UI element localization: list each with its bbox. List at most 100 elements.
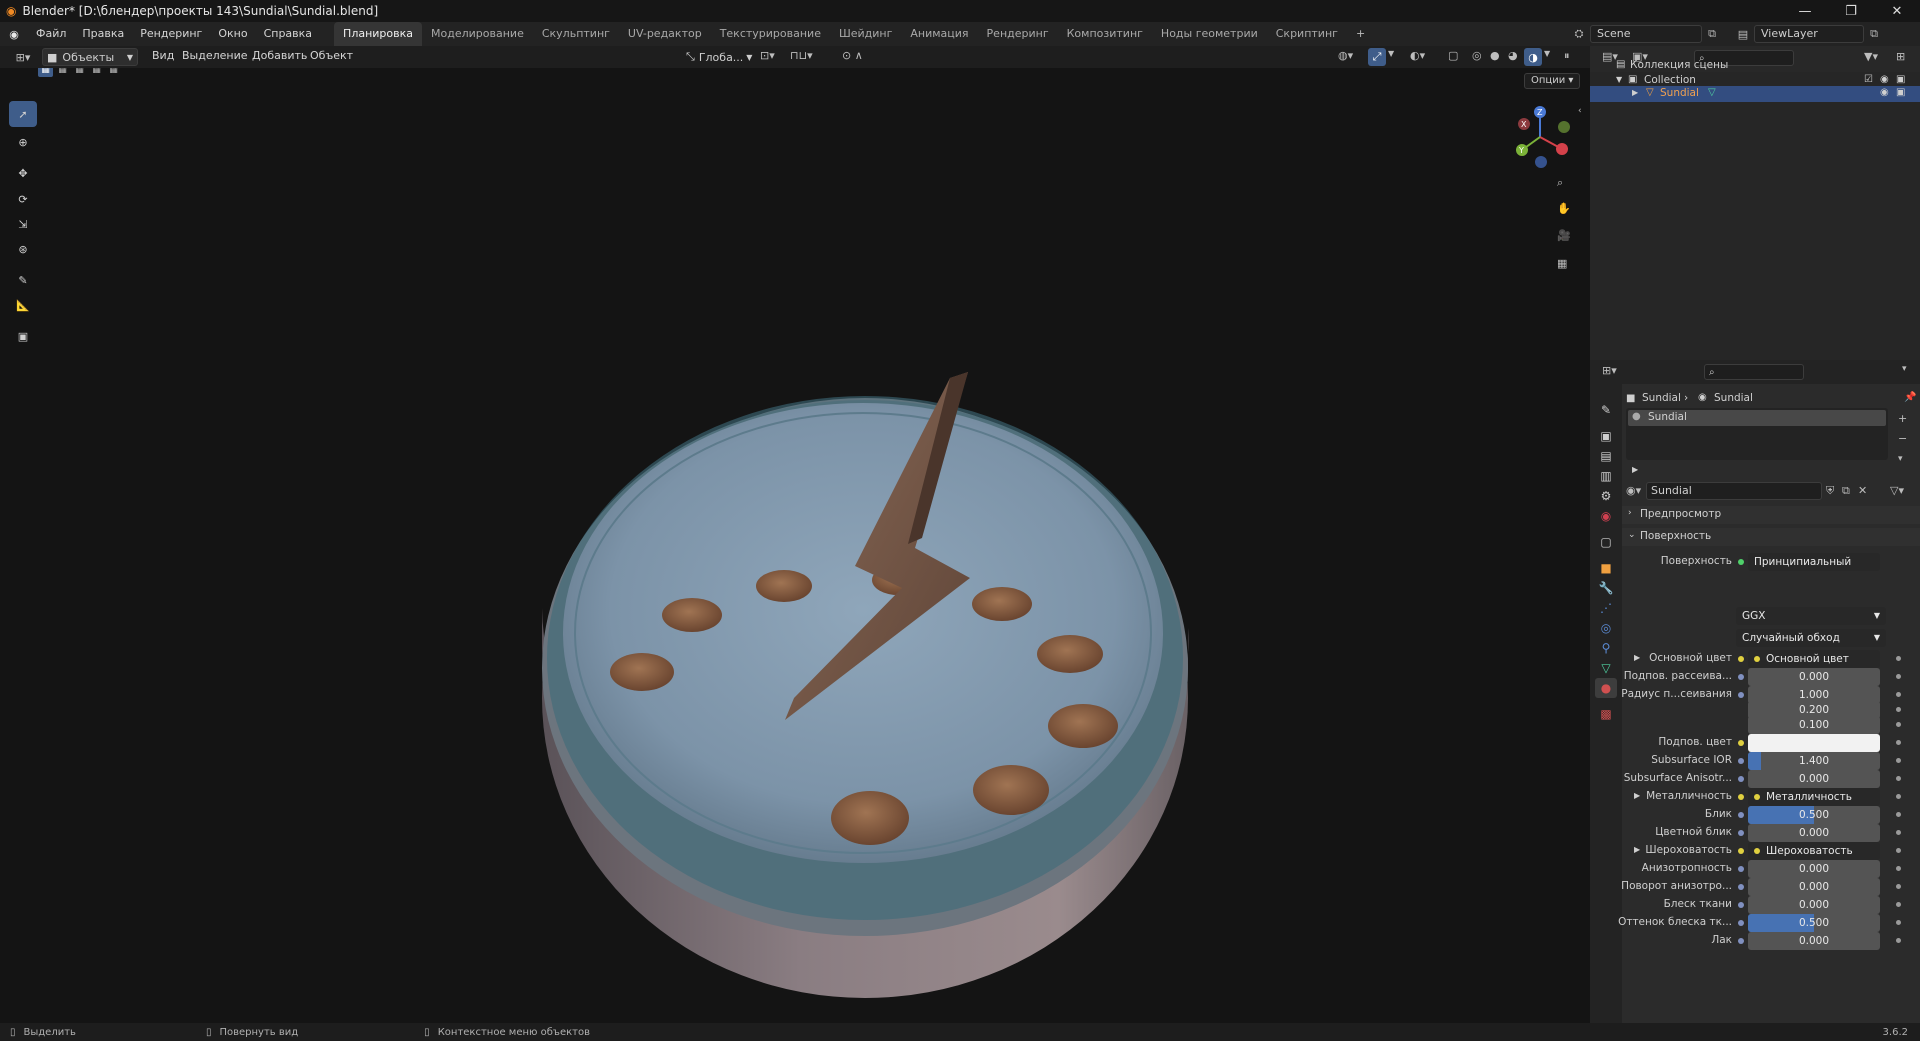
minimize-button[interactable]: — [1782, 0, 1828, 22]
keyframe-icon[interactable] [1896, 692, 1901, 697]
keyframe-icon[interactable] [1896, 722, 1901, 727]
keyframe-icon[interactable] [1896, 740, 1901, 745]
socket-icon[interactable] [1738, 758, 1744, 764]
keyframe-icon[interactable] [1896, 884, 1901, 889]
add-workspace-button[interactable]: + [1347, 22, 1374, 46]
value-slider[interactable]: 0.000 [1748, 668, 1880, 686]
socket-icon[interactable] [1738, 866, 1744, 872]
expand-icon[interactable]: ▶ [1634, 845, 1640, 854]
transform-tool[interactable]: ⊛ [9, 236, 37, 262]
exclude-checkbox-icon[interactable]: ☑ [1864, 74, 1873, 85]
keyframe-icon[interactable] [1896, 830, 1901, 835]
pause-render-icon[interactable]: ⏸ [1564, 49, 1570, 63]
fake-user-icon[interactable]: ⛨ [1826, 484, 1834, 498]
socket-icon[interactable] [1738, 656, 1744, 662]
menu-window[interactable]: Окно [210, 22, 255, 46]
add-slot-icon[interactable]: + [1898, 412, 1907, 425]
outliner-row-sundial[interactable]: ▶ ▽ Sundial ▽ ◉ ▣ [1590, 86, 1920, 102]
tab-geometry-nodes[interactable]: Ноды геометрии [1152, 22, 1267, 46]
collection-label[interactable]: Collection [1644, 74, 1696, 86]
surface-panel-header[interactable]: ⌄ Поверхность [1622, 528, 1920, 546]
select-box-tool[interactable]: ➚ [9, 101, 37, 127]
menu-help[interactable]: Справка [256, 22, 320, 46]
pivot-icon[interactable]: ⊡▾ [760, 49, 775, 62]
shading-solid-icon[interactable]: ● [1490, 49, 1500, 62]
filter-icon[interactable]: ▼▾ [1864, 50, 1878, 63]
menu-object[interactable]: Объект [302, 45, 361, 67]
properties-search-input[interactable]: ⌕ [1704, 364, 1804, 380]
socket-icon[interactable] [1738, 776, 1744, 782]
tab-layout[interactable]: Планировка [334, 22, 423, 46]
measure-tool[interactable]: 📐 [9, 292, 37, 318]
menu-file[interactable]: Файл [28, 22, 74, 46]
tab-animation[interactable]: Анимация [901, 22, 977, 46]
keyframe-icon[interactable] [1896, 758, 1901, 763]
keyframe-icon[interactable] [1896, 920, 1901, 925]
gizmo-toggle-icon[interactable]: ⤢ [1368, 48, 1386, 66]
sundial-model[interactable] [530, 368, 1210, 1008]
collection-tab-icon[interactable]: ▢ [1595, 532, 1617, 552]
socket-icon[interactable] [1738, 938, 1744, 944]
select-extend-icon[interactable]: ▦ [55, 68, 70, 77]
keyframe-icon[interactable] [1896, 656, 1901, 661]
ortho-toggle-icon[interactable]: ▦ [1557, 257, 1567, 270]
new-view-layer-icon[interactable]: ⧉ [1864, 27, 1884, 41]
preview-panel-header[interactable]: › Предпросмотр [1622, 506, 1920, 524]
modifier-tab-icon[interactable]: 🔧 [1595, 578, 1617, 598]
scene-icon[interactable]: ⛭ [1568, 27, 1590, 41]
value-slider[interactable]: 0.000 [1748, 896, 1880, 914]
pin-icon[interactable]: 📌 [1904, 392, 1916, 403]
keyframe-icon[interactable] [1896, 848, 1901, 853]
expand-icon[interactable]: ▶ [1634, 791, 1640, 800]
view-layer-selector[interactable]: ViewLayer [1754, 25, 1864, 43]
value-slider[interactable]: 0.000 [1748, 860, 1880, 878]
shading-dropdown-icon[interactable]: ▼ [1544, 49, 1550, 58]
keyframe-icon[interactable] [1896, 866, 1901, 871]
camera-render-icon[interactable]: ▣ [1896, 74, 1905, 85]
linked-input-field[interactable]: Металличность [1748, 788, 1880, 806]
select-subtract-icon[interactable]: ▦ [72, 68, 87, 77]
expand-collection-icon[interactable]: ▼ [1616, 75, 1622, 84]
value-slider[interactable]: 0.100 [1748, 716, 1880, 734]
socket-icon[interactable] [1738, 674, 1744, 680]
tab-rendering[interactable]: Рендеринг [978, 22, 1058, 46]
tab-shading[interactable]: Шейдинг [830, 22, 901, 46]
subsurface-method-select[interactable]: Случайный обход ▼ [1736, 629, 1886, 647]
keyframe-icon[interactable] [1896, 794, 1901, 799]
collapse-icon[interactable]: ▾ [1902, 364, 1907, 374]
cursor-tool[interactable]: ⊕ [9, 129, 37, 155]
tool-tab-icon[interactable]: ✎ [1595, 400, 1617, 420]
distribution-select[interactable]: GGX ▼ [1736, 607, 1886, 625]
socket-icon[interactable] [1738, 740, 1744, 746]
remove-slot-icon[interactable]: − [1898, 432, 1907, 445]
tab-compositing[interactable]: Композитинг [1058, 22, 1152, 46]
world-tab-icon[interactable]: ◉ [1595, 506, 1617, 526]
expand-slots-icon[interactable]: ▶ [1632, 465, 1638, 474]
keyframe-icon[interactable] [1896, 902, 1901, 907]
camera-view-icon[interactable]: 🎥 [1557, 229, 1571, 242]
3d-viewport[interactable]: ▦ ▦ ▦ ▦ ▦ Опции ▾ ➚ ⊕ ✥ ⟳ ⇲ ⊛ ✎ 📐 ▣ Z Y … [0, 68, 1590, 1023]
color-swatch[interactable] [1748, 734, 1880, 752]
node-tree-icon[interactable]: ▽▾ [1890, 484, 1904, 497]
eye-icon[interactable]: ◉ [1880, 74, 1889, 85]
select-intersect-icon[interactable]: ▦ [106, 68, 121, 77]
tab-scripting[interactable]: Скриптинг [1267, 22, 1347, 46]
snap-icon[interactable]: ⊓⊔▾ [790, 49, 813, 62]
select-invert-icon[interactable]: ▦ [89, 68, 104, 77]
view-layer-icon[interactable]: ▤ [1732, 28, 1754, 41]
value-slider[interactable]: 0.000 [1748, 824, 1880, 842]
value-slider[interactable]: 0.000 [1748, 932, 1880, 950]
pan-hand-icon[interactable]: ✋ [1557, 202, 1571, 215]
scale-tool[interactable]: ⇲ [9, 211, 37, 237]
socket-icon[interactable] [1738, 848, 1744, 854]
socket-icon[interactable] [1738, 812, 1744, 818]
surface-shader-field[interactable]: Принципиальный BSDF [1748, 553, 1880, 571]
gizmo-dropdown-icon[interactable]: ▼ [1388, 49, 1394, 58]
keyframe-icon[interactable] [1896, 812, 1901, 817]
material-slot-row[interactable]: ● Sundial [1628, 410, 1886, 426]
zoom-icon[interactable]: ⌕ [1557, 176, 1563, 190]
tab-uv-editing[interactable]: UV-редактор [619, 22, 711, 46]
options-dropdown[interactable]: Опции ▾ [1524, 73, 1580, 89]
menu-edit[interactable]: Правка [74, 22, 132, 46]
expand-icon[interactable]: ▶ [1634, 653, 1640, 662]
